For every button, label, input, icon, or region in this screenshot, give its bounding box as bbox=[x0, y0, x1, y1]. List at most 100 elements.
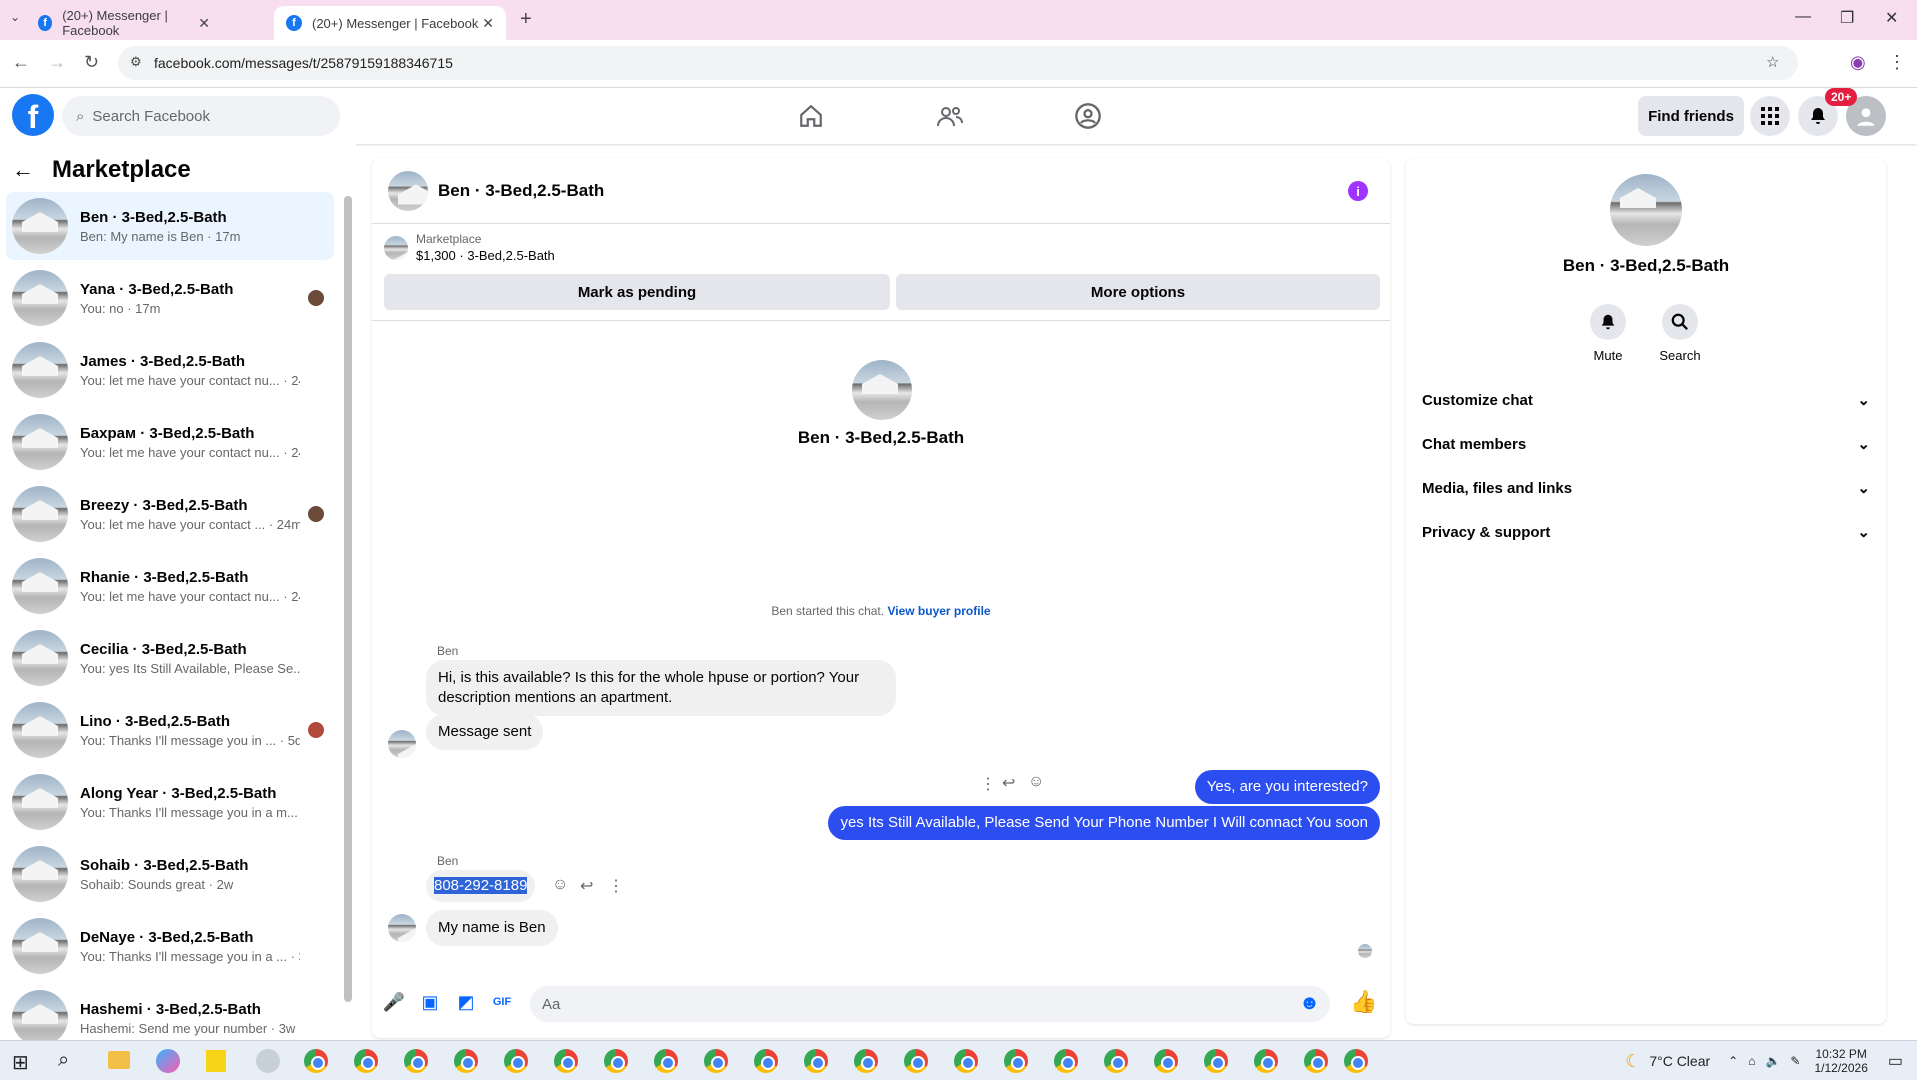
close-window-icon[interactable]: ✕ bbox=[1885, 8, 1898, 28]
profile-icon[interactable]: ◉ bbox=[1850, 52, 1866, 73]
app-icon[interactable] bbox=[256, 1049, 280, 1073]
chrome-icon[interactable] bbox=[504, 1049, 528, 1073]
chrome-icon[interactable] bbox=[804, 1049, 828, 1073]
conversation-item[interactable]: DeNaye · 3-Bed,2.5-Bath You: Thanks I'll … bbox=[6, 912, 334, 980]
chrome-icon[interactable] bbox=[854, 1049, 878, 1073]
emoji-icon[interactable]: ☻ bbox=[1299, 992, 1320, 1015]
browser-menu-icon[interactable]: ⋮ bbox=[1888, 52, 1906, 73]
forward-icon[interactable]: → bbox=[48, 52, 66, 73]
chrome-icon[interactable] bbox=[404, 1049, 428, 1073]
sticky-notes-icon[interactable] bbox=[206, 1050, 226, 1072]
chrome-icon[interactable] bbox=[1104, 1049, 1128, 1073]
chrome-icon[interactable] bbox=[1304, 1049, 1328, 1073]
close-tab-icon[interactable]: ✕ bbox=[482, 15, 494, 32]
incoming-message[interactable]: 808-292-8189 bbox=[426, 870, 536, 902]
chrome-icon[interactable] bbox=[704, 1049, 728, 1073]
mark-as-pending-button[interactable]: Mark as pending bbox=[384, 274, 890, 310]
find-friends-button[interactable]: Find friends bbox=[1638, 96, 1744, 136]
conversation-item[interactable]: Hashemi · 3-Bed,2.5-Bath Hashemi: Send me… bbox=[6, 984, 334, 1040]
conversation-item[interactable]: Rhanie · 3-Bed,2.5-Bath You: let me have … bbox=[6, 552, 334, 620]
like-thumb-icon[interactable]: 👍 bbox=[1350, 989, 1377, 1014]
customize-chat-row[interactable]: Customize chat ⌄ bbox=[1422, 382, 1870, 418]
back-arrow-icon[interactable]: ← bbox=[12, 157, 34, 183]
home-icon[interactable] bbox=[795, 100, 827, 132]
conversation-item[interactable]: Cecilia · 3-Bed,2.5-Bath You: yes Its Sti… bbox=[6, 624, 334, 692]
tab-search-icon[interactable]: ⌄ bbox=[10, 10, 20, 24]
windows-start-icon[interactable]: ⊞ bbox=[12, 1050, 29, 1075]
incoming-message[interactable]: Message sent bbox=[426, 714, 544, 750]
chrome-icon[interactable] bbox=[1004, 1049, 1028, 1073]
chat-title[interactable]: Ben · 3-Bed,2.5-Bath bbox=[438, 181, 604, 201]
tab-1[interactable]: f (20+) Messenger | Facebook ✕ bbox=[26, 6, 222, 40]
chat-members-row[interactable]: Chat members ⌄ bbox=[1422, 426, 1870, 462]
message-input[interactable]: Aa ☻ bbox=[530, 986, 1330, 1022]
reload-icon[interactable]: ↻ bbox=[84, 52, 99, 73]
buyer-avatar[interactable] bbox=[852, 360, 912, 420]
weather-text[interactable]: 7°C Clear bbox=[1649, 1053, 1710, 1069]
taskbar-search-icon[interactable]: ⌕ bbox=[58, 1049, 69, 1072]
conversation-item[interactable]: Бахрам · 3-Bed,2.5-Bath You: let me have … bbox=[6, 408, 334, 476]
outgoing-message[interactable]: yes Its Still Available, Please Send You… bbox=[828, 806, 1380, 840]
microphone-icon[interactable]: 🎤 bbox=[382, 990, 406, 1014]
url-field[interactable]: ⚙ facebook.com/messages/t/25879159188346… bbox=[118, 46, 1798, 80]
details-avatar[interactable] bbox=[1610, 174, 1682, 246]
more-actions-icon[interactable]: ⋮ bbox=[980, 774, 996, 794]
chat-avatar[interactable] bbox=[388, 170, 428, 211]
phone-number-text[interactable]: 808-292-8189 bbox=[434, 877, 528, 894]
friends-icon[interactable] bbox=[934, 100, 966, 132]
media-files-links-row[interactable]: Media, files and links ⌄ bbox=[1422, 470, 1870, 506]
chrome-icon[interactable] bbox=[1154, 1049, 1178, 1073]
photo-icon[interactable]: ▣ bbox=[418, 990, 442, 1014]
network-icon[interactable]: ⌂ bbox=[1748, 1054, 1755, 1068]
view-buyer-profile-link[interactable]: View buyer profile bbox=[887, 604, 990, 618]
menu-grid-icon[interactable] bbox=[1750, 96, 1790, 136]
chrome-icon[interactable] bbox=[1344, 1049, 1368, 1073]
notification-center-icon[interactable]: ▭ bbox=[1888, 1051, 1903, 1071]
chrome-icon[interactable] bbox=[604, 1049, 628, 1073]
outgoing-message[interactable]: Yes, are you interested? bbox=[1194, 770, 1380, 804]
conversation-item[interactable]: Yana · 3-Bed,2.5-Bath You: no · 17m bbox=[6, 264, 334, 332]
react-emoji-icon[interactable]: ☺ bbox=[1028, 773, 1044, 791]
chrome-icon[interactable] bbox=[354, 1049, 378, 1073]
bookmark-star-icon[interactable]: ☆ bbox=[1766, 53, 1779, 71]
chrome-icon[interactable] bbox=[1204, 1049, 1228, 1073]
react-emoji-icon[interactable]: ☺ bbox=[552, 876, 568, 894]
privacy-support-row[interactable]: Privacy & support ⌄ bbox=[1422, 514, 1870, 550]
info-icon[interactable]: i bbox=[1348, 181, 1368, 201]
new-tab-icon[interactable]: + bbox=[520, 8, 532, 31]
chrome-icon[interactable] bbox=[1254, 1049, 1278, 1073]
incoming-message[interactable]: Hi, is this available? Is this for the w… bbox=[426, 660, 896, 716]
conversation-item[interactable]: Along Year · 3-Bed,2.5-Bath You: Thanks I… bbox=[6, 768, 334, 836]
show-hidden-icons-icon[interactable]: ⌃ bbox=[1728, 1054, 1738, 1068]
more-options-button[interactable]: More options bbox=[896, 274, 1380, 310]
minimize-icon[interactable]: — bbox=[1795, 8, 1811, 26]
site-info-icon[interactable]: ⚙ bbox=[130, 54, 142, 70]
more-actions-icon[interactable]: ⋮ bbox=[608, 876, 624, 896]
sender-avatar[interactable] bbox=[388, 730, 416, 758]
conversation-item[interactable]: Breezy · 3-Bed,2.5-Bath You: let me have … bbox=[6, 480, 334, 548]
volume-icon[interactable]: 🔈 bbox=[1765, 1054, 1780, 1068]
search-in-chat-button[interactable]: Search bbox=[1650, 304, 1710, 363]
reply-icon[interactable]: ↩ bbox=[580, 876, 593, 896]
copilot-icon[interactable] bbox=[156, 1049, 180, 1073]
clock[interactable]: 10:32 PM 1/12/2026 bbox=[1814, 1047, 1867, 1075]
chrome-icon[interactable] bbox=[754, 1049, 778, 1073]
reply-icon[interactable]: ↩ bbox=[1002, 773, 1015, 793]
conversation-list-scrollbar[interactable] bbox=[344, 196, 352, 1002]
file-explorer-icon[interactable] bbox=[108, 1051, 130, 1069]
close-tab-icon[interactable]: ✕ bbox=[198, 15, 210, 32]
facebook-logo-icon[interactable]: f bbox=[12, 94, 54, 136]
sender-avatar[interactable] bbox=[388, 914, 416, 942]
listing-summary[interactable]: Marketplace $1,300 · 3-Bed,2.5-Bath bbox=[384, 232, 555, 263]
back-icon[interactable]: ← bbox=[12, 52, 30, 73]
conversation-item[interactable]: Ben · 3-Bed,2.5-Bath Ben: My name is Ben … bbox=[6, 192, 334, 260]
chrome-icon[interactable] bbox=[454, 1049, 478, 1073]
conversation-item[interactable]: Sohaib · 3-Bed,2.5-Bath Sohaib: Sounds gr… bbox=[6, 840, 334, 908]
incoming-message[interactable]: My name is Ben bbox=[426, 910, 558, 946]
chrome-icon[interactable] bbox=[554, 1049, 578, 1073]
tab-2[interactable]: f (20+) Messenger | Facebook ✕ bbox=[274, 6, 506, 40]
search-input[interactable]: ⌕ Search Facebook bbox=[62, 96, 340, 136]
chrome-icon[interactable] bbox=[654, 1049, 678, 1073]
chrome-icon[interactable] bbox=[904, 1049, 928, 1073]
restore-icon[interactable]: ❐ bbox=[1840, 8, 1854, 28]
